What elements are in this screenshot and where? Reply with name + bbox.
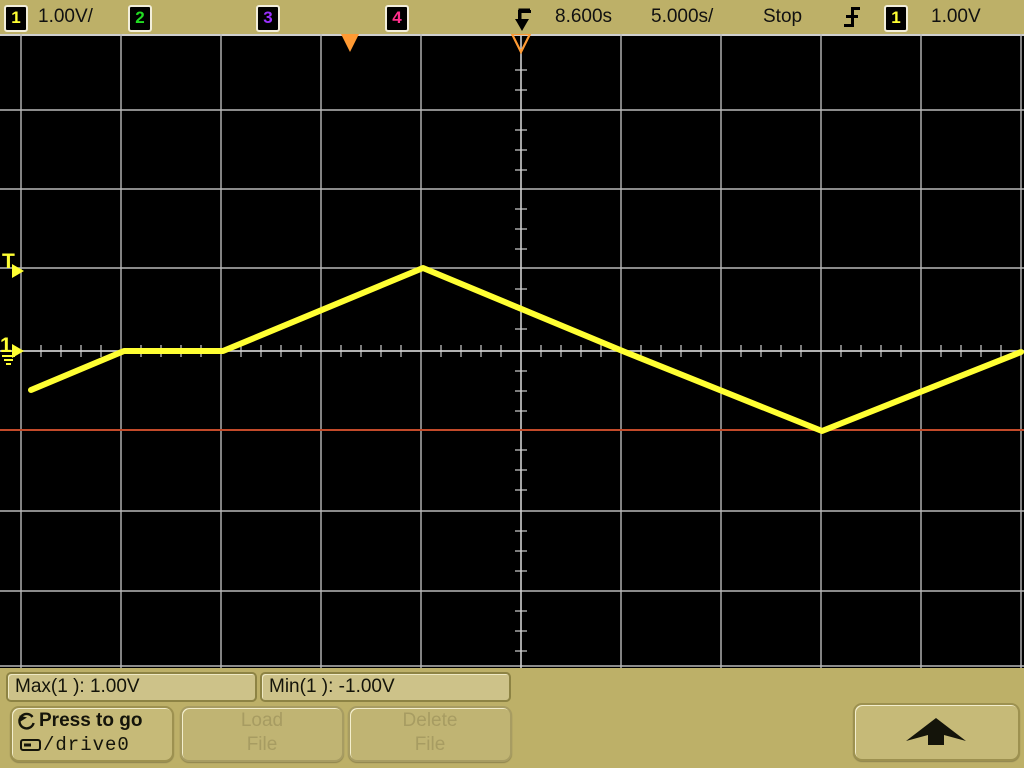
oscilloscope-display: 1 1.00V/ 2 3 4 8.600s 5.000s/ Stop 1 1.0… bbox=[0, 0, 1024, 768]
delay-readout[interactable]: 8.600s bbox=[555, 6, 612, 28]
channel-4-badge[interactable]: 4 bbox=[385, 5, 409, 32]
delay-readout-icon bbox=[515, 8, 531, 32]
press-to-go-softkey[interactable]: Press to go /drive0 bbox=[10, 706, 174, 762]
min-measurement[interactable]: Min(1 ): -1.00V bbox=[260, 672, 511, 702]
up-directory-softkey[interactable] bbox=[853, 703, 1020, 761]
bottom-panel: Max(1 ): 1.00V Min(1 ): -1.00V Press to … bbox=[0, 668, 1024, 768]
channel-1-waveform bbox=[28, 265, 1024, 434]
channel-1-badge[interactable]: 1 bbox=[4, 5, 28, 32]
channel-1-ground-marker[interactable]: 1 bbox=[0, 334, 26, 368]
channel-2-badge[interactable]: 2 bbox=[128, 5, 152, 32]
up-arrow-icon bbox=[906, 718, 966, 745]
rotary-press-icon bbox=[18, 712, 35, 730]
timebase-readout[interactable]: 5.000s/ bbox=[651, 6, 713, 28]
press-to-go-label: Press to go bbox=[39, 710, 143, 731]
drive-path-label: /drive0 bbox=[43, 734, 130, 756]
ground-symbol-icon bbox=[2, 355, 15, 365]
status-bar: 1 1.00V/ 2 3 4 8.600s 5.000s/ Stop 1 1.0… bbox=[0, 0, 1024, 34]
trigger-level-marker[interactable]: T bbox=[0, 251, 24, 284]
load-file-softkey[interactable]: Load File bbox=[180, 706, 344, 762]
delete-file-softkey[interactable]: Delete File bbox=[348, 706, 512, 762]
load-file-label-2: File bbox=[246, 734, 278, 755]
delete-file-label-2: File bbox=[414, 734, 446, 755]
run-state[interactable]: Stop bbox=[763, 6, 802, 28]
channel-3-badge[interactable]: 3 bbox=[256, 5, 280, 32]
waveform-display[interactable]: T 1 bbox=[0, 34, 1024, 668]
trigger-level-readout[interactable]: 1.00V bbox=[931, 6, 981, 28]
graticule bbox=[0, 34, 1024, 668]
channel-1-scale[interactable]: 1.00V/ bbox=[38, 6, 93, 28]
trigger-level-arrow-icon bbox=[12, 264, 24, 278]
drive-icon bbox=[20, 739, 41, 751]
max-measurement[interactable]: Max(1 ): 1.00V bbox=[6, 672, 257, 702]
trigger-source-badge[interactable]: 1 bbox=[884, 5, 908, 32]
rising-edge-icon[interactable] bbox=[843, 6, 861, 28]
delete-file-label-1: Delete bbox=[402, 710, 458, 731]
load-file-label-1: Load bbox=[240, 710, 284, 731]
delay-position-marker bbox=[341, 34, 359, 52]
